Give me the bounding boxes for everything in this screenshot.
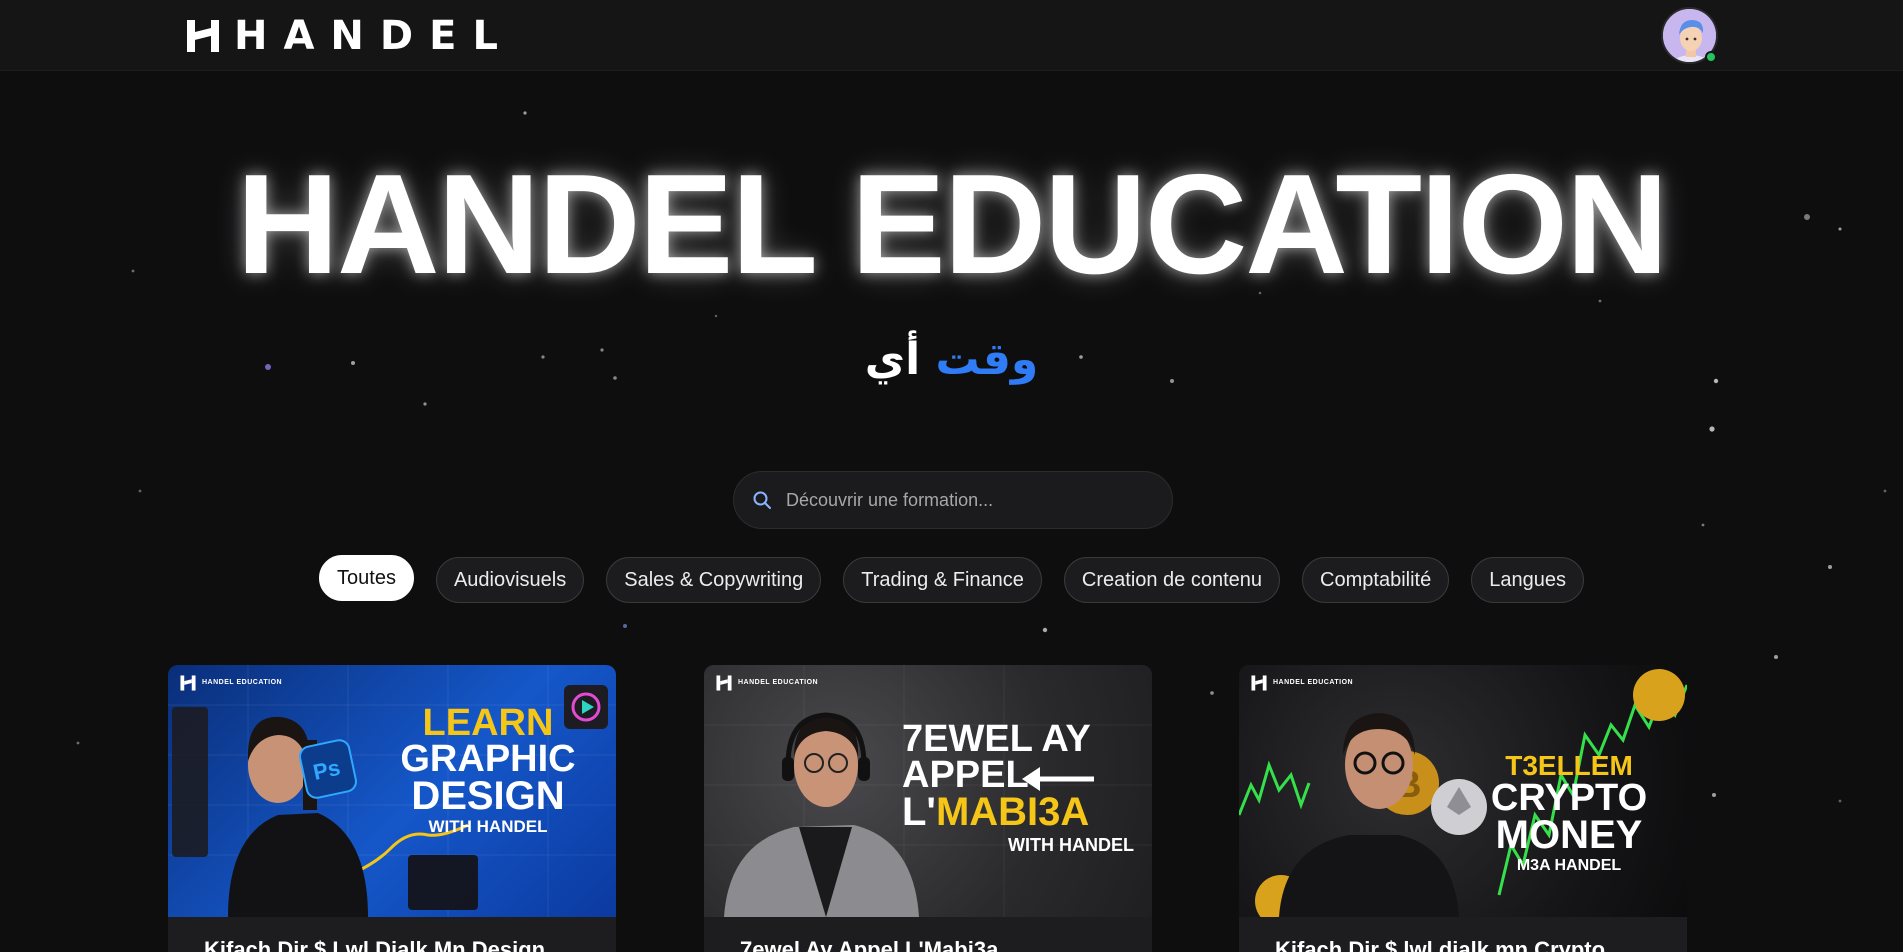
thumb-headline: T3ELLEM CRYPTO MONEY M3A HANDEL <box>1459 750 1679 874</box>
hero-subtitle-highlight: وقت <box>935 334 1039 385</box>
filter-chip-audiovisuels[interactable]: Audiovisuels <box>435 557 585 603</box>
filter-chip-sales-copywriting[interactable]: Sales & Copywriting <box>606 557 822 603</box>
course-card[interactable]: HANDEL EDUCATION 7EWEL AY APPEL L'MABI3A… <box>704 665 1152 952</box>
filter-chip-comptabilite[interactable]: Comptabilité <box>1302 557 1450 603</box>
course-card[interactable]: B HANDEL EDUCATION T3ELLEM CRYPTO MON <box>1239 665 1687 952</box>
thumb-line: CRYPTO <box>1490 776 1648 819</box>
thumb-line: LEARN <box>422 702 554 744</box>
thumb-line: DESIGN <box>411 774 565 819</box>
handel-logo-icon <box>187 20 219 52</box>
brand-name: HANDEL <box>234 13 514 59</box>
search-input[interactable] <box>786 489 1146 511</box>
category-filters: Toutes Audiovisuels Sales & Copywriting … <box>0 555 1903 603</box>
online-status-dot <box>1705 51 1717 63</box>
thumb-brand-text: HANDEL EDUCATION <box>738 679 819 686</box>
search-icon <box>753 491 771 509</box>
course-thumbnail: B HANDEL EDUCATION T3ELLEM CRYPTO MON <box>1239 665 1687 917</box>
hero-title: HANDEL EDUCATION <box>236 145 1668 304</box>
thumb-line: 7EWEL AY <box>902 718 1091 760</box>
top-navbar: HANDEL <box>0 0 1903 71</box>
thumb-headline: LEARN GRAPHIC DESIGN WITH HANDEL <box>368 702 608 837</box>
course-thumbnail: HANDEL EDUCATION 7EWEL AY APPEL L'MABI3A… <box>704 665 1152 917</box>
thumb-brand: HANDEL EDUCATION <box>180 675 282 691</box>
thumb-line: WITH HANDEL <box>428 817 548 837</box>
course-grid: Ps HANDEL EDUCATION LEARN GRAPHIC DESIGN… <box>168 665 1688 952</box>
hero-subtitle: وقت أي <box>0 330 1903 390</box>
filter-chip-langues[interactable]: Langues <box>1471 557 1584 603</box>
thumb-line: WITH HANDEL <box>1008 835 1134 856</box>
handel-logo-icon <box>716 675 732 691</box>
course-title[interactable]: 7ewel Ay Appel L'Mabi3a <box>740 937 998 952</box>
thumb-line: L'MABI3A <box>902 790 1146 835</box>
filter-chip-trading-finance[interactable]: Trading & Finance <box>843 557 1042 603</box>
course-title[interactable]: Kifach Dir $ lwl djalk mn Crypto <box>1275 937 1605 952</box>
thumb-line: M3A HANDEL <box>1516 856 1622 874</box>
thumb-brand: HANDEL EDUCATION <box>716 675 818 691</box>
thumb-headline: 7EWEL AY APPEL L'MABI3A WITH HANDEL <box>884 718 1146 856</box>
filter-chip-toutes[interactable]: Toutes <box>319 555 414 601</box>
thumb-line-part: L' <box>902 790 936 835</box>
thumb-brand: HANDEL EDUCATION <box>1251 675 1353 691</box>
hero-subtitle-word: أي <box>864 334 921 385</box>
thumb-line: MONEY <box>1495 812 1643 857</box>
filter-chip-creation-contenu[interactable]: Creation de contenu <box>1063 557 1281 603</box>
thumb-line-part: MABI3A <box>935 790 1090 835</box>
handel-logo-icon <box>180 675 196 691</box>
brand-logo[interactable]: HANDEL <box>186 13 514 59</box>
search-bar[interactable] <box>733 471 1173 529</box>
thumb-line: APPEL <box>902 754 1029 797</box>
thumb-brand-text: HANDEL EDUCATION <box>1273 679 1354 686</box>
thumb-line: GRAPHIC <box>400 738 576 781</box>
course-title[interactable]: Kifach Dir $ Lwl Djalk Mn Design <box>204 937 545 952</box>
course-thumbnail: Ps HANDEL EDUCATION LEARN GRAPHIC DESIGN… <box>168 665 616 917</box>
thumb-line: T3ELLEM <box>1505 750 1633 781</box>
thumb-brand-text: HANDEL EDUCATION <box>202 679 283 686</box>
course-card[interactable]: Ps HANDEL EDUCATION LEARN GRAPHIC DESIGN… <box>168 665 616 952</box>
handel-logo-icon <box>1251 675 1267 691</box>
